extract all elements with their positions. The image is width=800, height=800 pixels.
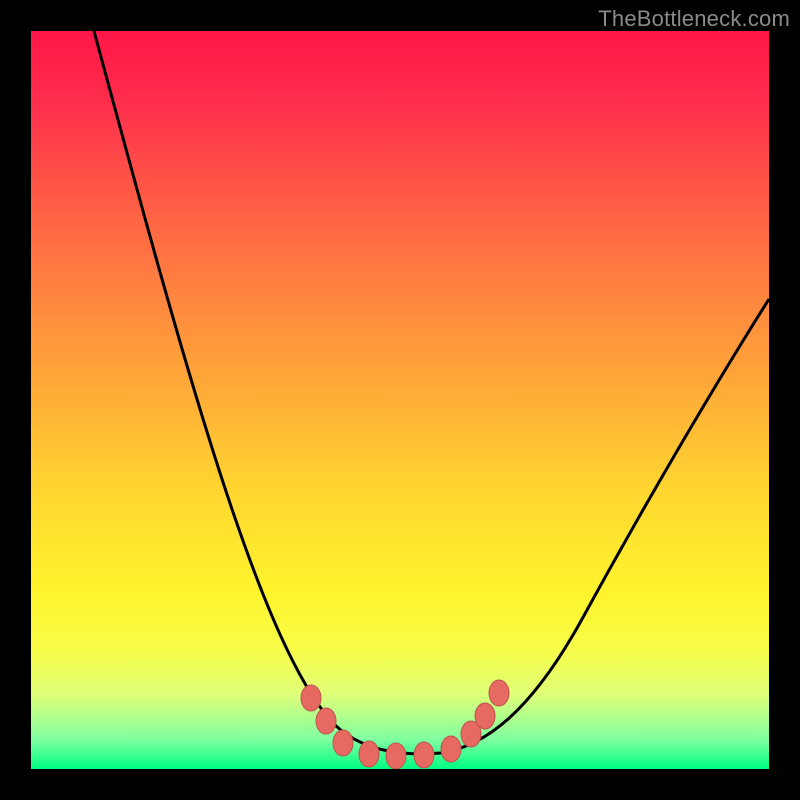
chart-plot-area — [31, 31, 769, 769]
curve-marker — [359, 741, 379, 767]
curve-marker — [475, 703, 495, 729]
curve-marker — [316, 708, 336, 734]
curve-marker — [441, 736, 461, 762]
curve-marker — [333, 730, 353, 756]
bottleneck-curve — [94, 31, 769, 754]
curve-marker — [489, 680, 509, 706]
curve-marker — [414, 742, 434, 768]
watermark-label: TheBottleneck.com — [598, 6, 790, 32]
curve-marker — [301, 685, 321, 711]
curve-marker — [386, 743, 406, 769]
curve-markers-group — [301, 680, 509, 769]
chart-svg — [31, 31, 769, 769]
